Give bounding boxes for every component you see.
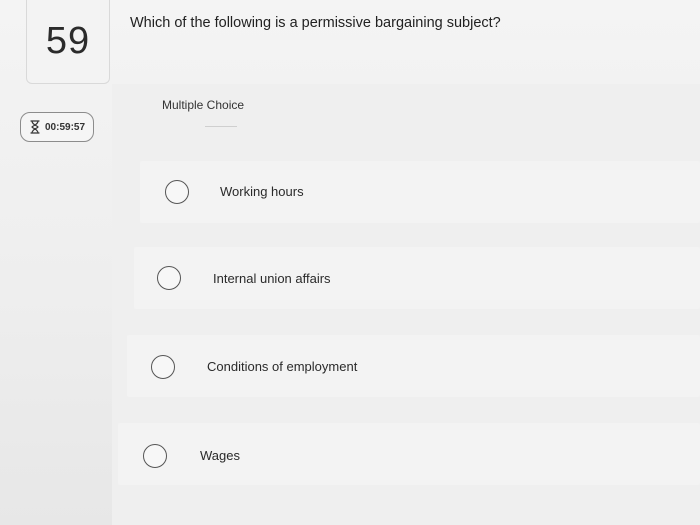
option-4-label[interactable]: Wages — [200, 448, 240, 463]
hourglass-icon — [30, 120, 40, 134]
option-row-1[interactable]: Working hours — [140, 161, 700, 223]
option-row-4[interactable]: Wages — [118, 423, 700, 485]
option-2-label[interactable]: Internal union affairs — [213, 271, 331, 286]
answer-type-divider — [205, 126, 237, 127]
option-row-3[interactable]: Conditions of employment — [127, 335, 700, 397]
question-text: Which of the following is a permissive b… — [130, 15, 501, 31]
answer-type-label: Multiple Choice — [162, 98, 245, 112]
option-1-label[interactable]: Working hours — [220, 184, 304, 199]
timer-value: 00:59:57 — [45, 121, 86, 133]
option-3-radio[interactable] — [151, 355, 175, 379]
option-3-label[interactable]: Conditions of employment — [207, 359, 357, 374]
option-row-2[interactable]: Internal union affairs — [134, 247, 700, 309]
question-number: 59 — [45, 20, 91, 62]
option-4-radio[interactable] — [143, 444, 167, 468]
option-1-radio[interactable] — [165, 180, 189, 204]
option-2-radio[interactable] — [157, 266, 181, 290]
timer-badge[interactable]: 00:59:57 — [20, 112, 94, 142]
question-number-box: 59 — [26, 0, 110, 84]
